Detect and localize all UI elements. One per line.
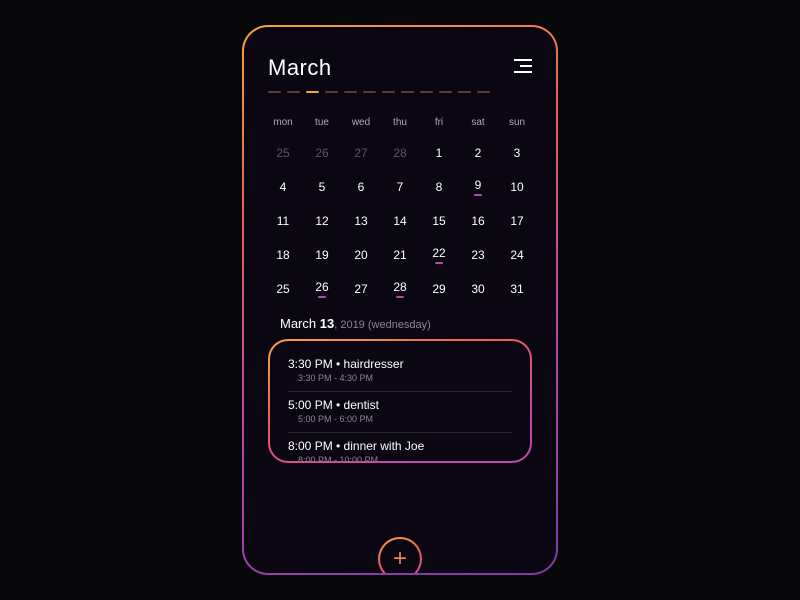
calendar-day[interactable]: 17 (502, 208, 532, 234)
calendar-day[interactable]: 19 (307, 242, 337, 268)
calendar-day[interactable]: 11 (268, 208, 298, 234)
week-row: 456789 10 (268, 174, 532, 200)
month-dash[interactable] (325, 91, 338, 93)
month-block: March (268, 55, 490, 93)
calendar-day[interactable]: 20 (346, 242, 376, 268)
selected-year-dow: , 2019 (wednesday) (334, 319, 431, 331)
events-card[interactable]: 3:30 PM • hairdresser 3:30 PM - 4:30 PM 5:… (268, 339, 532, 463)
calendar-day[interactable]: 28 (385, 140, 415, 166)
calendar-day[interactable]: 4 (268, 174, 298, 200)
calendar-day[interactable]: 25 (268, 276, 298, 302)
calendar-day[interactable]: 5 (307, 174, 337, 200)
calendar-day[interactable]: 6 (346, 174, 376, 200)
calendar-day[interactable]: 26 (307, 276, 337, 302)
day-header: thu (385, 117, 415, 128)
day-header: wed (346, 117, 376, 128)
month-dash[interactable] (287, 91, 300, 93)
week-row: 25 26 27 28 29 30 31 (268, 276, 532, 302)
calendar-day[interactable]: 29 (424, 276, 454, 302)
month-dash[interactable] (420, 91, 433, 93)
day-header: fri (424, 117, 454, 128)
month-dash[interactable] (401, 91, 414, 93)
event-marker (435, 262, 443, 264)
event-item[interactable]: 5:00 PM • dentist 5:00 PM - 6:00 PM (288, 392, 512, 433)
calendar-day[interactable]: 23 (463, 242, 493, 268)
event-item[interactable]: 3:30 PM • hairdresser 3:30 PM - 4:30 PM (288, 351, 512, 392)
calendar-day[interactable]: 1 (424, 140, 454, 166)
calendar-day[interactable]: 27 (346, 276, 376, 302)
menu-button[interactable] (514, 55, 532, 73)
month-dash[interactable] (344, 91, 357, 93)
event-item[interactable]: 8:00 PM • dinner with Joe 8:00 PM - 10:00… (288, 433, 512, 463)
month-indicator-row (268, 91, 490, 93)
selected-date-label: March 13, 2019 (wednesday) (268, 316, 532, 331)
month-title: March (268, 55, 490, 81)
calendar-day[interactable]: 7 (385, 174, 415, 200)
calendar-day[interactable]: 25 (268, 140, 298, 166)
calendar-day[interactable]: 22 (424, 242, 454, 268)
event-title: 8:00 PM • dinner with Joe (288, 439, 512, 453)
calendar-day[interactable]: 21 (385, 242, 415, 268)
calendar-day[interactable]: 18 (268, 242, 298, 268)
week-row: 25 26 27 28 123 (268, 140, 532, 166)
event-marker (474, 194, 482, 196)
calendar-day[interactable]: 10 (502, 174, 532, 200)
calendar-day[interactable]: 28 (385, 276, 415, 302)
calendar-day[interactable]: 12 (307, 208, 337, 234)
calendar-day[interactable]: 26 (307, 140, 337, 166)
calendar-day[interactable]: 3 (502, 140, 532, 166)
screen: March montuewedthufrisatsun 252627281234… (244, 27, 556, 573)
week-row: 18 19 20 21 22 23 24 (268, 242, 532, 268)
menu-icon (514, 59, 532, 61)
week-row: 11 12 13 14 15 16 17 (268, 208, 532, 234)
top-bar: March (268, 55, 532, 93)
calendar-day[interactable]: 30 (463, 276, 493, 302)
month-dash[interactable] (306, 91, 319, 93)
calendar-day[interactable]: 24 (502, 242, 532, 268)
selected-day: 13 (320, 316, 334, 331)
calendar-day[interactable]: 16 (463, 208, 493, 234)
event-marker (318, 296, 326, 298)
month-dash[interactable] (363, 91, 376, 93)
month-dash[interactable] (458, 91, 471, 93)
event-range: 3:30 PM - 4:30 PM (288, 373, 512, 383)
calendar-day[interactable]: 15 (424, 208, 454, 234)
month-dash[interactable] (268, 91, 281, 93)
calendar-day[interactable]: 27 (346, 140, 376, 166)
day-header: mon (268, 117, 298, 128)
calendar-day[interactable]: 14 (385, 208, 415, 234)
calendar-day[interactable]: 8 (424, 174, 454, 200)
day-header: sun (502, 117, 532, 128)
calendar-grid: 2526272812345678910111213141516171819202… (268, 140, 532, 302)
event-range: 5:00 PM - 6:00 PM (288, 414, 512, 424)
event-title: 5:00 PM • dentist (288, 398, 512, 412)
add-event-button[interactable]: + (378, 537, 422, 573)
calendar-day[interactable]: 31 (502, 276, 532, 302)
day-headers: montuewedthufrisatsun (268, 117, 532, 128)
calendar-day[interactable]: 2 (463, 140, 493, 166)
selected-day-panel: March 13, 2019 (wednesday) 3:30 PM • hai… (268, 316, 532, 463)
event-marker (396, 296, 404, 298)
event-title: 3:30 PM • hairdresser (288, 357, 512, 371)
day-header: sat (463, 117, 493, 128)
calendar-day[interactable]: 13 (346, 208, 376, 234)
calendar-day[interactable]: 9 (463, 174, 493, 200)
month-dash[interactable] (477, 91, 490, 93)
phone-frame: March montuewedthufrisatsun 252627281234… (242, 25, 558, 575)
month-dash[interactable] (439, 91, 452, 93)
plus-icon: + (393, 545, 407, 573)
month-dash[interactable] (382, 91, 395, 93)
day-header: tue (307, 117, 337, 128)
event-range: 8:00 PM - 10:00 PM (288, 455, 512, 463)
selected-month: March (280, 316, 316, 331)
